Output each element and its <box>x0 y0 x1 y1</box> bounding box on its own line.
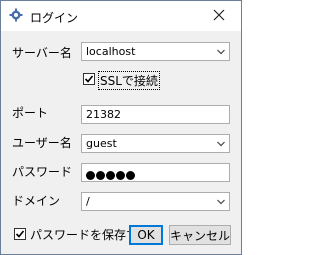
domain-label: ドメイン <box>12 194 61 208</box>
ok-button[interactable]: OK <box>129 225 163 245</box>
server-value: localhost <box>86 45 136 58</box>
password-dot <box>126 170 135 180</box>
password-dot <box>86 170 95 180</box>
server-label: サーバー名 <box>12 46 72 60</box>
password-mask <box>86 168 136 181</box>
close-icon <box>213 9 225 21</box>
ssl-checkbox-label[interactable]: SSLで接続 <box>98 71 160 90</box>
password-dot <box>116 170 125 180</box>
login-dialog: ログイン サーバー名 localhost SSLで接続 ポート 21382 ユー… <box>0 0 242 255</box>
password-dot <box>96 170 105 180</box>
chevron-down-icon <box>217 49 225 55</box>
password-dot <box>106 170 115 180</box>
cancel-button[interactable]: キャンセル <box>169 225 231 245</box>
port-input[interactable]: 21382 <box>81 105 230 124</box>
checkmark-icon <box>84 75 94 83</box>
port-label: ポート <box>12 106 49 120</box>
server-combobox[interactable]: localhost <box>81 42 230 61</box>
close-button[interactable] <box>208 5 230 25</box>
user-combobox[interactable]: guest <box>81 134 230 153</box>
password-input[interactable] <box>81 163 230 182</box>
gear-icon <box>9 8 23 22</box>
chevron-down-icon <box>217 199 225 205</box>
ssl-checkbox[interactable] <box>83 73 95 85</box>
domain-combobox[interactable]: / <box>81 192 230 211</box>
title-bar[interactable]: ログイン <box>1 1 241 31</box>
password-label: パスワード <box>12 165 73 179</box>
user-label: ユーザー名 <box>12 136 72 150</box>
checkmark-icon <box>15 230 25 238</box>
port-value: 21382 <box>86 108 121 121</box>
domain-value: / <box>86 195 90 208</box>
save-password-checkbox[interactable] <box>14 228 26 240</box>
window-title: ログイン <box>30 11 79 25</box>
user-value: guest <box>86 137 117 150</box>
chevron-down-icon <box>217 141 225 147</box>
